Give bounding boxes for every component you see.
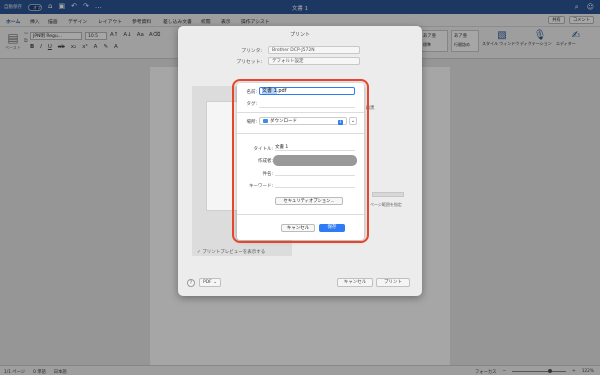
highlight-ring [232,79,369,243]
preset-select[interactable]: デフォルト設定 [268,57,360,65]
page-range-note: ページ範囲を指定 [370,202,402,207]
printer-select[interactable]: Brother DCP-J572N [268,46,360,54]
help-button[interactable]: ? [187,279,195,287]
show-preview-checkbox[interactable]: ✓ プリントプレビューを表示する [197,249,265,255]
preset-label: プリセット: [236,60,262,65]
page-range-bar[interactable] [372,192,404,197]
pdf-menu-button[interactable]: PDF ⌄ [199,278,221,287]
print-button[interactable]: プリント [376,278,410,287]
printer-label: プリンタ: [241,49,262,54]
print-cancel-button[interactable]: キャンセル [337,278,373,287]
print-dialog-title: プリント [289,32,310,38]
